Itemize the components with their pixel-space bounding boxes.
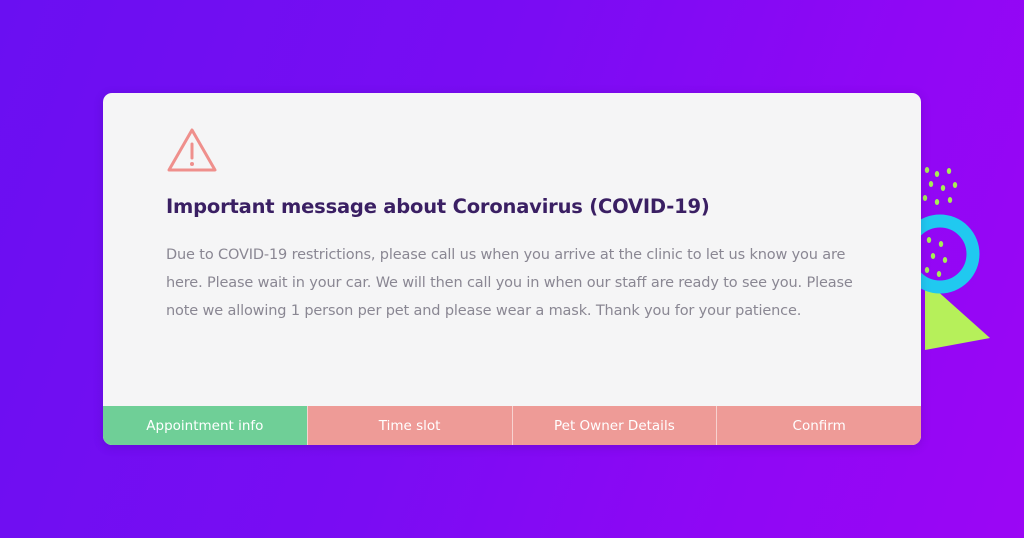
- step-confirm[interactable]: Confirm: [716, 406, 921, 445]
- step-time-slot[interactable]: Time slot: [306, 406, 512, 445]
- notice-title: Important message about Coronavirus (COV…: [166, 195, 710, 218]
- step-pet-owner-details[interactable]: Pet Owner Details: [511, 406, 717, 445]
- warning-triangle-icon: [167, 128, 217, 172]
- step-appointment-info[interactable]: Appointment info: [103, 406, 307, 445]
- covid-notice-card: Important message about Coronavirus (COV…: [103, 93, 921, 445]
- booking-steps: Appointment info Time slot Pet Owner Det…: [103, 406, 921, 445]
- notice-message: Due to COVID-19 restrictions, please cal…: [166, 247, 853, 319]
